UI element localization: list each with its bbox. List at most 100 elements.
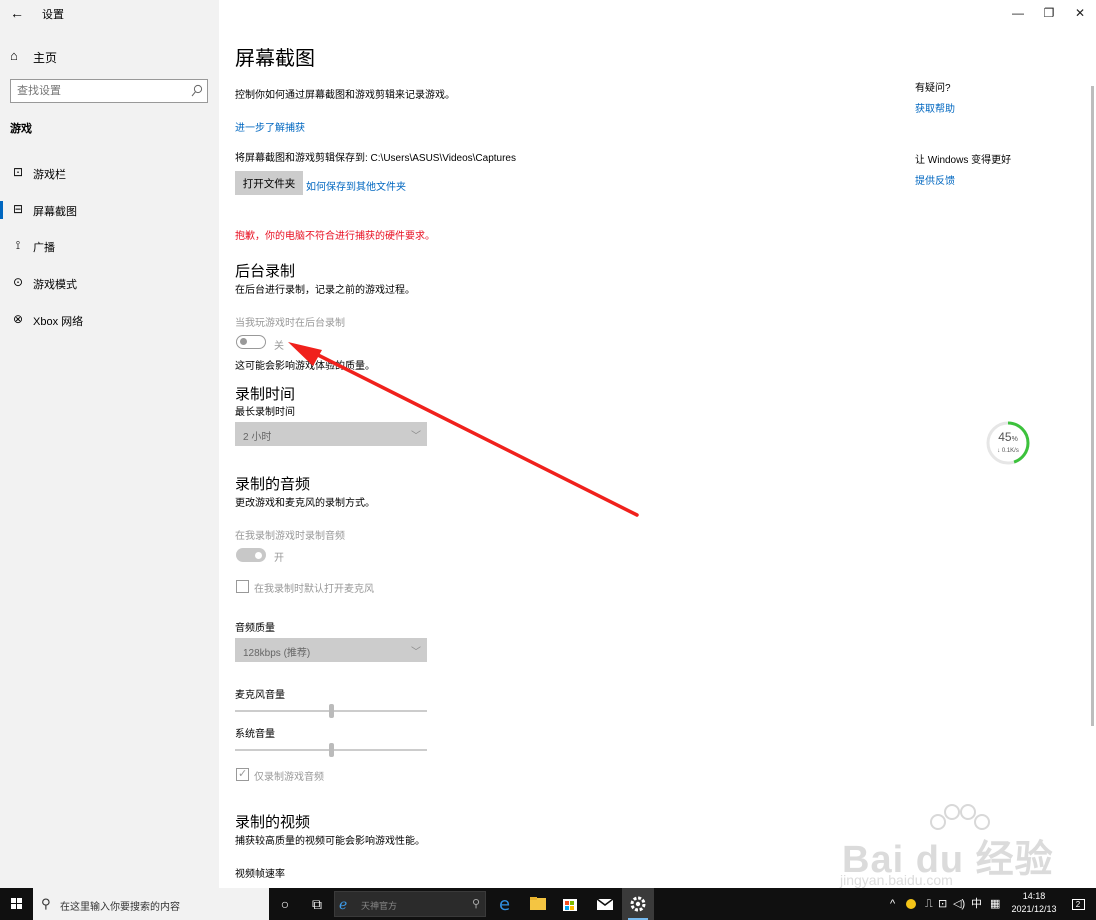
settings-gear-icon[interactable] bbox=[622, 888, 654, 920]
sidebar-item-label: 游戏栏 bbox=[33, 169, 66, 181]
recorded-audio-heading: 录制的音频 bbox=[235, 476, 311, 493]
captures-icon: ⊟ bbox=[12, 202, 24, 216]
record-audio-toggle[interactable] bbox=[236, 548, 266, 562]
usb-icon[interactable]: ⎍ bbox=[925, 888, 933, 920]
broadcast-icon: ⟟ bbox=[15, 238, 21, 252]
volume-icon[interactable]: ◁) bbox=[953, 888, 965, 920]
open-folder-button[interactable]: 打开文件夹 bbox=[235, 171, 303, 195]
recorded-audio-desc: 更改游戏和麦克风的录制方式。 bbox=[235, 498, 375, 509]
mic-volume-label: 麦克风音量 bbox=[235, 690, 285, 701]
sidebar-item-label: 游戏模式 bbox=[33, 279, 77, 291]
settings-search-box[interactable] bbox=[10, 79, 208, 103]
main-content: 屏幕截图 控制你如何通过屏幕截图和游戏剪辑来记录游戏。 进一步了解捕获 将屏幕截… bbox=[219, 0, 1096, 888]
search-icon[interactable] bbox=[191, 84, 203, 98]
mail-icon[interactable] bbox=[589, 888, 621, 920]
max-record-time-select[interactable]: 2 小时 ﹀ bbox=[235, 422, 427, 446]
mic-volume-slider[interactable] bbox=[235, 704, 427, 718]
hardware-error-text: 抱歉，你的电脑不符合进行捕获的硬件要求。 bbox=[235, 231, 435, 242]
system-volume-slider[interactable] bbox=[235, 743, 427, 757]
chevron-down-icon: ﹀ bbox=[411, 431, 421, 442]
clock-time: 14:18 bbox=[1022, 891, 1046, 901]
mic-default-label: 在我录制时默认打开麦克风 bbox=[254, 584, 374, 595]
windows-logo-icon bbox=[11, 898, 22, 909]
app-title: 设置 bbox=[42, 9, 64, 21]
download-speed: ↓ 0.1K/s bbox=[997, 448, 1019, 454]
file-explorer-icon[interactable] bbox=[522, 888, 554, 920]
edge-icon[interactable]: e bbox=[490, 888, 522, 920]
address-toolbar[interactable]: ℯ 天神官方 ⚲ bbox=[334, 891, 486, 917]
game-mode-icon: ⊙ bbox=[12, 275, 24, 289]
sidebar-item-label: 屏幕截图 bbox=[33, 206, 77, 218]
question-title: 有疑问? bbox=[915, 83, 951, 94]
scrollbar[interactable] bbox=[1091, 86, 1094, 726]
sidebar-item-label: Xbox 网络 bbox=[33, 316, 84, 328]
percent-unit: % bbox=[1011, 436, 1018, 443]
toggle-knob bbox=[240, 338, 247, 345]
taskbar-search-box[interactable]: ⚲ 在这里输入你要搜索的内容 bbox=[33, 888, 269, 920]
mic-default-checkbox[interactable] bbox=[236, 580, 249, 593]
sidebar-item-broadcast[interactable]: ⟟ 广播 bbox=[0, 233, 219, 259]
back-arrow-icon[interactable]: ← bbox=[6, 3, 28, 23]
chevron-up-icon[interactable]: ^ bbox=[890, 888, 895, 920]
audio-quality-label: 音频质量 bbox=[235, 623, 275, 634]
sidebar-item-captures[interactable]: ⊟ 屏幕截图 bbox=[0, 197, 219, 223]
home-label: 主页 bbox=[33, 51, 58, 65]
background-recording-heading: 后台录制 bbox=[235, 263, 296, 280]
network-speed-widget[interactable]: 45% ↓ 0.1K/s bbox=[985, 420, 1031, 466]
background-recording-toggle[interactable] bbox=[236, 335, 266, 349]
home-nav-item[interactable]: ⌂ 主页 bbox=[0, 44, 219, 68]
search-icon: ⚲ bbox=[471, 898, 480, 910]
sidebar-item-label: 广播 bbox=[33, 242, 55, 254]
system-clock[interactable]: 14:18 2021/12/13 bbox=[1008, 890, 1060, 916]
record-audio-toggle-label: 在我录制游戏时录制音频 bbox=[235, 531, 345, 542]
sidebar-item-xbox[interactable]: ⊗ Xbox 网络 bbox=[0, 307, 219, 333]
notification-center-icon[interactable]: 2 bbox=[1068, 888, 1088, 920]
slider-thumb[interactable] bbox=[328, 743, 334, 757]
background-recording-desc: 在后台进行录制，记录之前的游戏过程。 bbox=[235, 285, 415, 296]
network-icon[interactable]: ⊡ bbox=[938, 888, 947, 920]
game-bar-icon: ⊡ bbox=[12, 165, 24, 179]
get-help-link[interactable]: 获取帮助 bbox=[915, 100, 955, 115]
select-value: 2 小时 bbox=[243, 432, 272, 443]
notification-count: 2 bbox=[1071, 898, 1085, 910]
minimize-icon[interactable]: — bbox=[1002, 0, 1034, 26]
recorded-video-desc: 捕获较高质量的视频可能会影响游戏性能。 bbox=[235, 836, 425, 847]
search-icon: ⚲ bbox=[41, 896, 51, 911]
section-title: 游戏 bbox=[10, 123, 32, 135]
slider-thumb[interactable] bbox=[328, 704, 334, 718]
game-audio-only-label: 仅录制游戏音频 bbox=[254, 772, 324, 783]
restore-icon[interactable]: ❐ bbox=[1033, 0, 1065, 26]
keyboard-icon[interactable]: ▦ bbox=[990, 888, 1000, 920]
system-volume-label: 系统音量 bbox=[235, 729, 275, 740]
store-icon[interactable] bbox=[554, 888, 586, 920]
sidebar-item-game-bar[interactable]: ⊡ 游戏栏 bbox=[0, 160, 219, 186]
select-value: 128kbps (推荐) bbox=[243, 648, 311, 659]
background-toggle-label: 当我玩游戏时在后台录制 bbox=[235, 318, 345, 329]
percent-value: 45 bbox=[998, 430, 1012, 444]
home-icon: ⌂ bbox=[10, 48, 18, 63]
task-view-icon[interactable]: ⧉ bbox=[302, 888, 332, 920]
save-path-text: 将屏幕截图和游戏剪辑保存到: C:\Users\ASUS\Videos\Capt… bbox=[235, 153, 516, 164]
start-button[interactable] bbox=[0, 888, 33, 920]
settings-search-input[interactable] bbox=[17, 83, 187, 99]
cortana-icon[interactable]: ○ bbox=[270, 888, 300, 920]
learn-more-link[interactable]: 进一步了解捕获 bbox=[235, 119, 305, 134]
close-icon[interactable]: ✕ bbox=[1064, 0, 1096, 26]
ie-icon: ℯ bbox=[339, 896, 348, 912]
tray-app-icon[interactable] bbox=[906, 888, 916, 920]
clock-date: 2021/12/13 bbox=[1011, 904, 1057, 914]
intro-text: 控制你如何通过屏幕截图和游戏剪辑来记录游戏。 bbox=[235, 90, 455, 101]
record-time-heading: 录制时间 bbox=[235, 386, 296, 403]
audio-quality-select[interactable]: 128kbps (推荐) ﹀ bbox=[235, 638, 427, 662]
recorded-video-heading: 录制的视频 bbox=[235, 814, 311, 831]
game-audio-only-checkbox[interactable] bbox=[236, 767, 249, 781]
sidebar-item-game-mode[interactable]: ⊙ 游戏模式 bbox=[0, 270, 219, 296]
give-feedback-link[interactable]: 提供反馈 bbox=[915, 172, 955, 187]
background-toggle-state: 关 bbox=[274, 341, 284, 352]
taskbar-search-text: 在这里输入你要搜索的内容 bbox=[60, 902, 180, 913]
chevron-down-icon: ﹀ bbox=[411, 647, 421, 658]
page-title: 屏幕截图 bbox=[235, 48, 315, 70]
ime-indicator[interactable]: 中 bbox=[971, 888, 982, 920]
taskbar: ⚲ 在这里输入你要搜索的内容 ○ ⧉ ℯ 天神官方 ⚲ e ^ ⎍ ⊡ ◁) 中… bbox=[0, 888, 1096, 920]
save-other-folder-link[interactable]: 如何保存到其他文件夹 bbox=[306, 178, 406, 193]
